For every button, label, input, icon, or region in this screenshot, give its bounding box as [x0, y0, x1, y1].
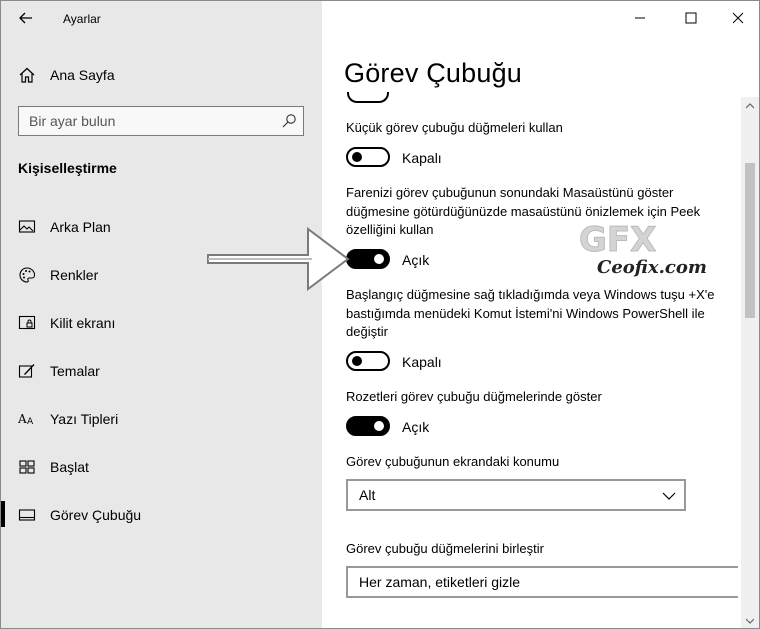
back-button[interactable]	[15, 7, 37, 29]
sidebar-item-start[interactable]: Başlat	[1, 449, 322, 485]
fonts-icon: AA	[18, 412, 34, 427]
sidebar-item-label: Ana Sayfa	[50, 67, 115, 83]
setting-badges-label: Rozetleri görev çubuğu düğmelerinde göst…	[346, 389, 602, 404]
scroll-down-icon	[746, 618, 754, 624]
sidebar-item-taskbar[interactable]: Görev Çubuğu	[1, 497, 322, 533]
sidebar-item-label: Temalar	[50, 363, 100, 379]
watermark-logo-icon: GFX	[579, 220, 657, 260]
annotation-arrow-icon	[207, 227, 350, 291]
badges-toggle[interactable]	[346, 416, 390, 436]
powershell-state: Kapalı	[402, 354, 442, 370]
scroll-up-button[interactable]	[741, 99, 759, 113]
main-panel: Görev Çubuğu Küçük görev çubuğu düğmeler…	[322, 1, 759, 628]
small-buttons-state: Kapalı	[402, 150, 442, 166]
toggle-knob	[374, 421, 384, 431]
taskbar-icon	[18, 509, 36, 521]
lock-screen-icon	[18, 315, 36, 330]
maximize-icon	[685, 12, 697, 24]
sidebar-item-label: Renkler	[50, 267, 99, 283]
badges-state: Açık	[402, 419, 430, 435]
minimize-icon	[635, 17, 645, 19]
partially-hidden-toggle[interactable]	[347, 92, 389, 103]
svg-text:A: A	[27, 417, 34, 427]
peek-toggle[interactable]	[346, 249, 390, 269]
search-box[interactable]	[18, 106, 304, 136]
powershell-toggle[interactable]	[346, 351, 390, 371]
sidebar-item-home[interactable]: Ana Sayfa	[1, 59, 322, 91]
position-dropdown[interactable]: Alt	[346, 479, 686, 511]
combine-label: Görev çubuğu düğmelerini birleştir	[346, 541, 544, 556]
watermark-text: Ceofix.com	[597, 257, 707, 278]
scroll-thumb[interactable]	[745, 163, 755, 318]
scroll-up-icon	[746, 103, 754, 109]
search-icon[interactable]	[281, 113, 297, 129]
sidebar-item-label: Yazı Tipleri	[50, 411, 119, 427]
active-indicator	[1, 501, 5, 527]
home-icon	[19, 67, 35, 83]
section-title: Kişiselleştirme	[18, 160, 117, 176]
sidebar-item-label: Görev Çubuğu	[50, 507, 142, 523]
combine-dropdown[interactable]: Her zaman, etiketleri gizle	[346, 566, 738, 598]
sidebar-item-lock-screen[interactable]: Kilit ekranı	[1, 305, 322, 341]
settings-window: Ayarlar Ana Sayfa Kişiselleştirme Arka P…	[0, 0, 760, 629]
sidebar-item-label: Arka Plan	[50, 219, 111, 235]
back-arrow-icon	[19, 12, 32, 24]
toggle-knob	[352, 356, 362, 366]
peek-state: Açık	[402, 252, 430, 268]
app-title: Ayarlar	[63, 12, 101, 26]
toggle-knob	[374, 254, 384, 264]
sidebar-item-themes[interactable]: Temalar	[1, 353, 322, 389]
close-button[interactable]	[715, 1, 759, 35]
palette-icon	[19, 267, 36, 283]
picture-icon	[18, 220, 36, 233]
watermark: GFX Ceofix.com	[561, 213, 707, 293]
chevron-down-icon	[662, 492, 676, 500]
sidebar-item-fonts[interactable]: AA Yazı Tipleri	[1, 401, 322, 437]
svg-text:A: A	[18, 412, 27, 426]
themes-icon	[18, 364, 35, 378]
position-value: Alt	[359, 487, 376, 503]
scroll-down-button[interactable]	[741, 614, 759, 628]
toggle-knob	[352, 152, 362, 162]
sidebar: Ayarlar Ana Sayfa Kişiselleştirme Arka P…	[1, 1, 322, 628]
maximize-button[interactable]	[668, 1, 714, 35]
start-icon	[19, 460, 35, 474]
combine-value: Her zaman, etiketleri gizle	[359, 574, 521, 590]
sidebar-item-label: Kilit ekranı	[50, 315, 116, 331]
svg-text:GFX: GFX	[579, 220, 656, 259]
small-buttons-toggle[interactable]	[346, 147, 390, 167]
sidebar-item-label: Başlat	[50, 459, 89, 475]
minimize-button[interactable]	[617, 1, 663, 35]
page-title: Görev Çubuğu	[344, 58, 523, 88]
search-input[interactable]	[19, 113, 269, 129]
scrollbar[interactable]	[741, 97, 759, 628]
setting-small-buttons-label: Küçük görev çubuğu düğmeleri kullan	[346, 120, 563, 135]
close-icon	[732, 12, 744, 24]
position-label: Görev çubuğunun ekrandaki konumu	[346, 454, 560, 469]
setting-powershell-label: Başlangıç düğmesine sağ tıkladığımda vey…	[346, 287, 715, 339]
